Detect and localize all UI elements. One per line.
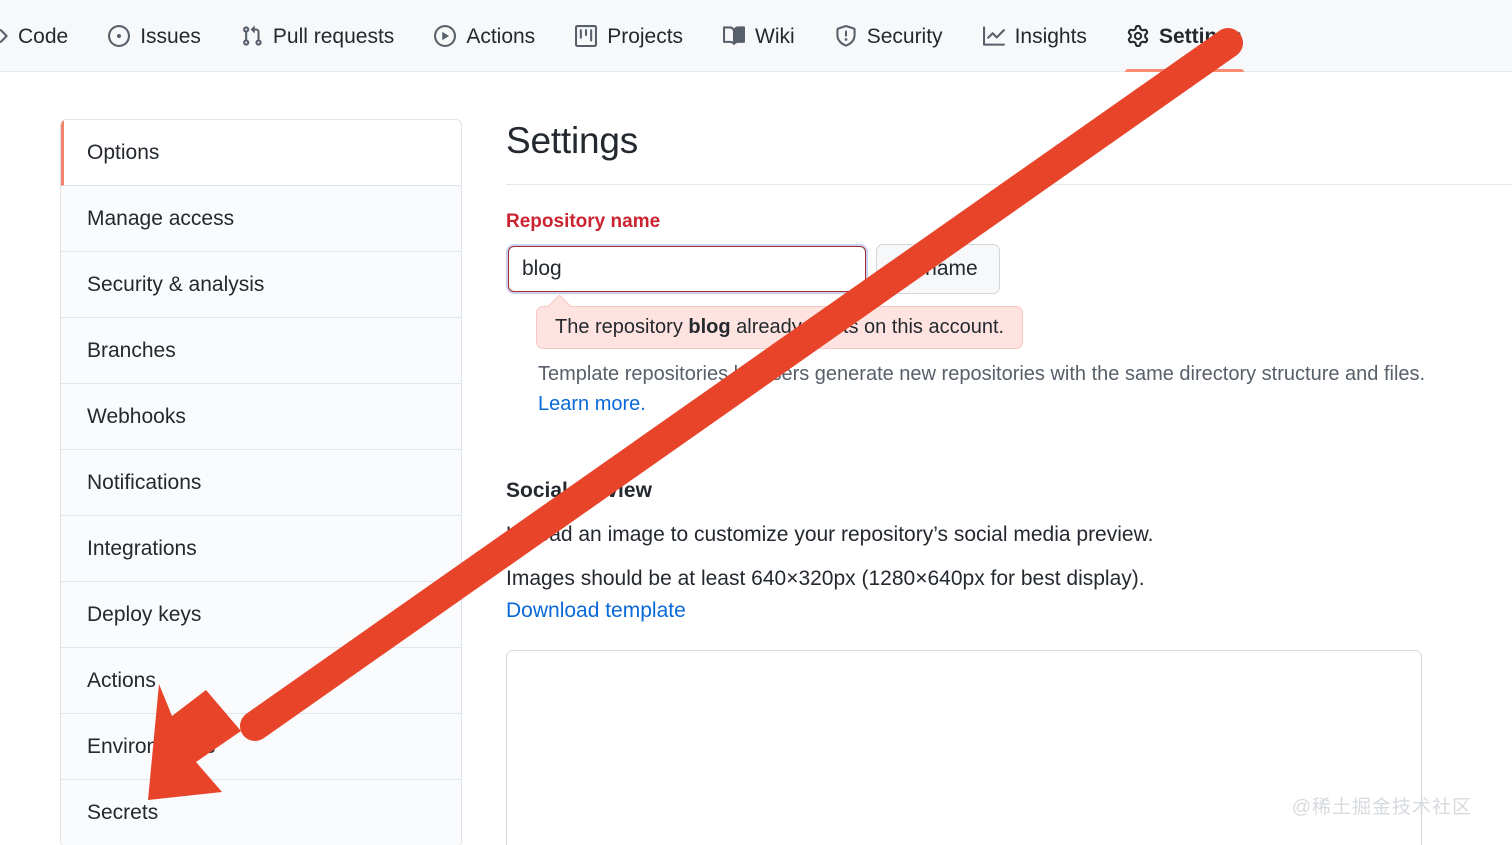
- sidebar-item-secrets[interactable]: Secrets: [61, 780, 461, 845]
- sidebar-item-manage-access[interactable]: Manage access: [61, 186, 461, 252]
- rename-button[interactable]: Rename: [876, 244, 1000, 294]
- download-template-link[interactable]: Download template: [506, 599, 686, 623]
- sidebar-item-label: Webhooks: [87, 404, 186, 428]
- sidebar-item-branches[interactable]: Branches: [61, 318, 461, 384]
- error-repo-name: blog: [688, 316, 731, 338]
- repository-name-label: Repository name: [506, 211, 661, 232]
- sidebar-item-label: Deploy keys: [87, 602, 202, 626]
- template-help-text: Template repositories let users generate…: [538, 359, 1456, 419]
- sidebar-item-label: Notifications: [87, 470, 202, 494]
- watermark: @稀土掘金技术社区: [1291, 797, 1472, 818]
- settings-content: Options Manage access Security & analysi…: [0, 72, 1512, 845]
- tab-code-label: Code: [18, 24, 69, 48]
- sidebar-item-label: Environments: [87, 734, 216, 758]
- sidebar-item-security-analysis[interactable]: Security & analysis: [61, 252, 461, 318]
- tab-pull-requests-label: Pull requests: [272, 24, 395, 48]
- sidebar-item-label: Manage access: [87, 206, 235, 230]
- repository-nav-tabs: Code Issues Pull requests Actions Projec…: [0, 0, 1512, 72]
- learn-more-link[interactable]: Learn more.: [538, 393, 646, 415]
- error-suffix: already exists on this account.: [730, 316, 1005, 338]
- tab-issues-label: Issues: [140, 24, 201, 48]
- sidebar-item-options[interactable]: Options: [61, 120, 461, 186]
- sidebar-item-deploy-keys[interactable]: Deploy keys: [61, 582, 461, 648]
- repository-name-row: Rename: [506, 244, 1456, 294]
- tab-security-label: Security: [866, 24, 943, 48]
- sidebar-item-label: Security & analysis: [87, 272, 265, 296]
- sidebar-item-label: Actions: [87, 668, 156, 692]
- sidebar-item-notifications[interactable]: Notifications: [61, 450, 461, 516]
- social-preview-heading: Social preview: [506, 479, 652, 502]
- gear-icon: [1127, 25, 1149, 47]
- social-preview-line-2: Images should be at least 640×320px (128…: [506, 567, 1145, 590]
- git-pull-request-icon: [241, 25, 263, 47]
- sidebar-item-label: Options: [87, 140, 160, 164]
- repository-name-input[interactable]: [508, 246, 866, 292]
- book-icon: [723, 25, 746, 47]
- play-circle-icon: [434, 25, 457, 47]
- repository-name-input-wrapper: [506, 244, 868, 294]
- project-board-icon: [575, 25, 598, 47]
- tab-insights-label: Insights: [1014, 24, 1087, 48]
- page-title: Settings: [506, 120, 639, 161]
- tab-projects[interactable]: Projects: [555, 0, 703, 72]
- sidebar-item-label: Secrets: [87, 801, 159, 824]
- github-repository-settings-page: Code Issues Pull requests Actions Projec…: [0, 0, 1512, 845]
- sidebar-item-actions[interactable]: Actions: [61, 648, 461, 714]
- tab-projects-label: Projects: [607, 24, 684, 48]
- tab-security[interactable]: Security: [815, 0, 963, 72]
- tab-actions[interactable]: Actions: [414, 0, 555, 72]
- tab-settings[interactable]: Settings: [1107, 0, 1262, 72]
- issue-opened-icon: [108, 25, 131, 47]
- tab-settings-label: Settings: [1158, 24, 1242, 48]
- repository-name-error: The repository blog already exists on th…: [536, 306, 1024, 349]
- sidebar-item-environments[interactable]: Environments: [61, 714, 461, 780]
- tab-wiki[interactable]: Wiki: [703, 0, 815, 72]
- error-prefix: The repository: [555, 316, 689, 338]
- code-icon: [0, 25, 8, 47]
- tab-insights[interactable]: Insights: [963, 0, 1107, 72]
- tab-wiki-label: Wiki: [755, 24, 795, 48]
- social-preview-dropzone[interactable]: [506, 650, 1422, 845]
- sidebar-item-label: Branches: [87, 338, 176, 362]
- title-divider: [506, 184, 1512, 185]
- social-preview-line-1: Upload an image to customize your reposi…: [506, 523, 1154, 546]
- sidebar-item-integrations[interactable]: Integrations: [61, 516, 461, 582]
- tab-issues[interactable]: Issues: [88, 0, 221, 72]
- tab-actions-label: Actions: [466, 24, 536, 48]
- sidebar-item-label: Integrations: [87, 536, 197, 560]
- tab-pull-requests[interactable]: Pull requests: [221, 0, 414, 72]
- graph-icon: [982, 25, 1005, 47]
- repository-nav-bar: Code Issues Pull requests Actions Projec…: [0, 0, 1512, 72]
- template-help-body: Template repositories let users generate…: [538, 363, 1426, 385]
- tab-code[interactable]: Code: [0, 0, 88, 72]
- settings-main-column: Settings Repository name Rename The repo…: [506, 72, 1512, 845]
- settings-sidebar: Options Manage access Security & analysi…: [60, 119, 462, 845]
- sidebar-item-webhooks[interactable]: Webhooks: [61, 384, 461, 450]
- shield-icon: [835, 25, 857, 47]
